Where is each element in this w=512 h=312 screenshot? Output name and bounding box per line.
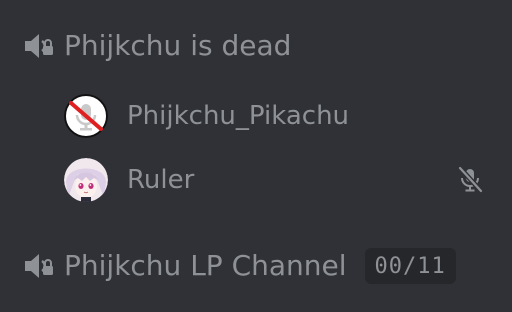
muted-mic-icon [452,162,488,198]
channel-name: Phijkchu is dead [64,29,292,62]
anime-girl-avatar [64,158,108,202]
voice-member-ruler[interactable]: Ruler [64,157,488,203]
voice-member-phijkchu-pikachu[interactable]: Phijkchu_Pikachu [64,93,488,139]
channel-name: Phijkchu LP Channel [64,249,347,282]
muted-mic-avatar [64,94,108,138]
user-limit-badge: 00/11 [364,248,456,284]
voice-channel-phijkchu-is-dead[interactable]: Phijkchu is dead [18,26,498,66]
locked-speaker-icon [18,246,58,286]
member-name: Phijkchu_Pikachu [127,101,350,131]
voice-channel-phijkchu-lp-channel[interactable]: Phijkchu LP Channel 00/11 [18,246,498,286]
locked-speaker-icon [18,26,58,66]
member-name: Ruler [127,165,195,195]
